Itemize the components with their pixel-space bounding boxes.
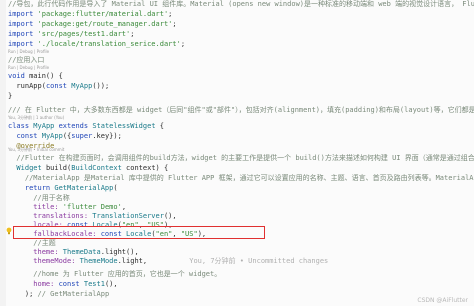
code-token: themeMode:: [8, 257, 80, 265]
code-token: MyApp: [33, 122, 59, 130]
code-token: const: [16, 132, 42, 140]
code-token: //用于名称: [8, 194, 70, 202]
code-token: import: [8, 40, 38, 48]
code-token: (: [113, 184, 118, 192]
code-token: (),: [104, 280, 118, 288]
code-line[interactable]: //home 为 Flutter 应用的首页，它也是一个 widget。: [8, 270, 474, 279]
code-line[interactable]: translations: TranslationServer(),: [8, 212, 474, 221]
code-line[interactable]: //用于名称: [8, 194, 474, 203]
code-editor[interactable]: //导包，此行代码作用是导入了 Material UI 组件库。Material…: [0, 0, 474, 306]
watermark: CSDN @AiFlutter: [417, 297, 468, 304]
code-token: 'src/pages/test1.dart': [37, 30, 131, 38]
codelens-hint[interactable]: You, 3分钟前 | 1 author (You): [8, 115, 474, 121]
code-line[interactable]: runApp(const MyApp());: [8, 82, 474, 91]
code-line[interactable]: import 'src/pages/test1.dart';: [8, 30, 474, 39]
code-line[interactable]: ); // GetMaterialApp: [8, 290, 474, 299]
code-line[interactable]: import 'package:get/route_manager.dart';: [8, 20, 474, 29]
code-line[interactable]: /// 在 Flutter 中，大多数东西都是 widget（后同"组件"或"部…: [8, 106, 474, 115]
code-token: );: [8, 290, 38, 298]
code-token: //导包，此行代码作用是导入了 Material UI 组件库。Material…: [8, 0, 474, 8]
code-token: runApp(: [8, 82, 46, 90]
code-token: 'package:flutter/material.dart': [37, 10, 169, 18]
code-token: return: [8, 184, 55, 192]
code-token: .light(),: [100, 248, 139, 256]
code-line[interactable]: title: 'flutter Demo',: [8, 203, 474, 212]
code-token: (),: [163, 212, 177, 220]
code-line[interactable]: themeMode: ThemeMode.light, You, 7分钟前 • …: [8, 257, 474, 266]
code-line[interactable]: //Flutter 在构建页面时，会调用组件的build方法，widget 的主…: [8, 154, 474, 163]
code-token: MyApp: [41, 132, 63, 140]
code-token: void: [8, 72, 30, 80]
code-token: //Flutter 在构建页面时，会调用组件的build方法，widget 的主…: [16, 154, 474, 162]
code-line[interactable]: //导包，此行代码作用是导入了 Material UI 组件库。Material…: [8, 0, 474, 9]
code-line[interactable]: //主题: [8, 239, 474, 248]
code-token: super: [71, 132, 93, 140]
code-line[interactable]: home: const Test1(),: [8, 280, 474, 289]
code-token: // GetMaterialApp: [37, 290, 110, 298]
code-token: //MaterialApp 是Material 库中提供的 Flutter AP…: [24, 174, 474, 182]
code-token: ;: [168, 10, 173, 18]
code-token: ;: [172, 20, 177, 28]
codelens-hint[interactable]: You, 3分钟前 • Initial commit: [8, 147, 474, 153]
code-token: ;: [180, 40, 186, 48]
code-line[interactable]: }: [8, 92, 474, 101]
code-line[interactable]: theme: ThemeData.light(),: [8, 248, 474, 257]
code-token: './locale/translation_serice.dart': [37, 40, 181, 48]
code-token: Widget: [8, 164, 46, 172]
code-token: ThemeMode: [79, 257, 118, 265]
code-line[interactable]: Widget build(BuildContext context) {: [8, 164, 474, 173]
editor-gutter[interactable]: [0, 0, 6, 306]
code-token: title:: [8, 203, 63, 211]
code-token: TranslationServer: [92, 212, 164, 220]
code-token: }: [8, 92, 13, 100]
code-token: main() {: [29, 72, 63, 80]
code-token: /// 在 Flutter 中，大多数东西都是 widget（后同"组件"或"部…: [8, 106, 474, 114]
code-token: .light,: [117, 257, 148, 265]
code-token: const: [58, 280, 84, 288]
code-token: ,: [121, 203, 127, 211]
lightbulb-icon[interactable]: [6, 227, 12, 235]
code-token: context) {: [126, 164, 169, 172]
code-token: theme:: [8, 248, 63, 256]
code-line[interactable]: import './locale/translation_serice.dart…: [8, 40, 474, 49]
code-token: //home 为 Flutter 应用的首页，它也是一个 widget。: [8, 270, 222, 278]
highlight-box: [13, 226, 265, 239]
code-token: ThemeData: [62, 248, 101, 256]
code-line[interactable]: void main() {: [8, 72, 474, 81]
code-token: 'package:get/route_manager.dart': [37, 20, 173, 28]
code-line[interactable]: return GetMaterialApp(: [8, 184, 474, 193]
code-token: translations:: [8, 212, 93, 220]
code-token: class: [8, 122, 34, 130]
code-token: You, 7分钟前 • Uncommitted changes: [147, 257, 329, 265]
code-token: import: [8, 30, 38, 38]
code-line[interactable]: //应用入口: [8, 56, 474, 65]
code-token: ());: [92, 82, 110, 90]
codelens-hint[interactable]: Run | Debug | Profile: [8, 65, 474, 71]
code-token: //主题: [8, 239, 56, 247]
code-token: {: [159, 122, 164, 130]
code-line[interactable]: //MaterialApp 是Material 库中提供的 Flutter AP…: [8, 174, 474, 183]
code-token: StatelessWidget: [92, 122, 160, 130]
code-token: MyApp: [71, 82, 93, 90]
code-token: .key});: [92, 132, 122, 140]
code-token: GetMaterialApp: [54, 184, 114, 192]
code-token: 'flutter Demo': [62, 203, 122, 211]
code-token: ;: [130, 30, 135, 38]
code-token: //应用入口: [8, 56, 45, 64]
code-token: const: [45, 82, 72, 90]
code-token: home:: [8, 280, 59, 288]
code-token: ({: [62, 132, 72, 140]
code-token: BuildContext: [71, 164, 127, 172]
code-token: import: [8, 20, 38, 28]
code-line[interactable]: import 'package:flutter/material.dart';: [8, 10, 474, 19]
code-line[interactable]: class MyApp extends StatelessWidget {: [8, 122, 474, 131]
code-token: Test1: [83, 280, 105, 288]
codelens-hint[interactable]: Run | Debug | Profile: [8, 49, 474, 55]
code-token: import: [8, 10, 38, 18]
code-token: extends: [58, 122, 93, 130]
code-token: build(: [45, 164, 72, 172]
code-line[interactable]: const MyApp({super.key});: [8, 132, 474, 141]
